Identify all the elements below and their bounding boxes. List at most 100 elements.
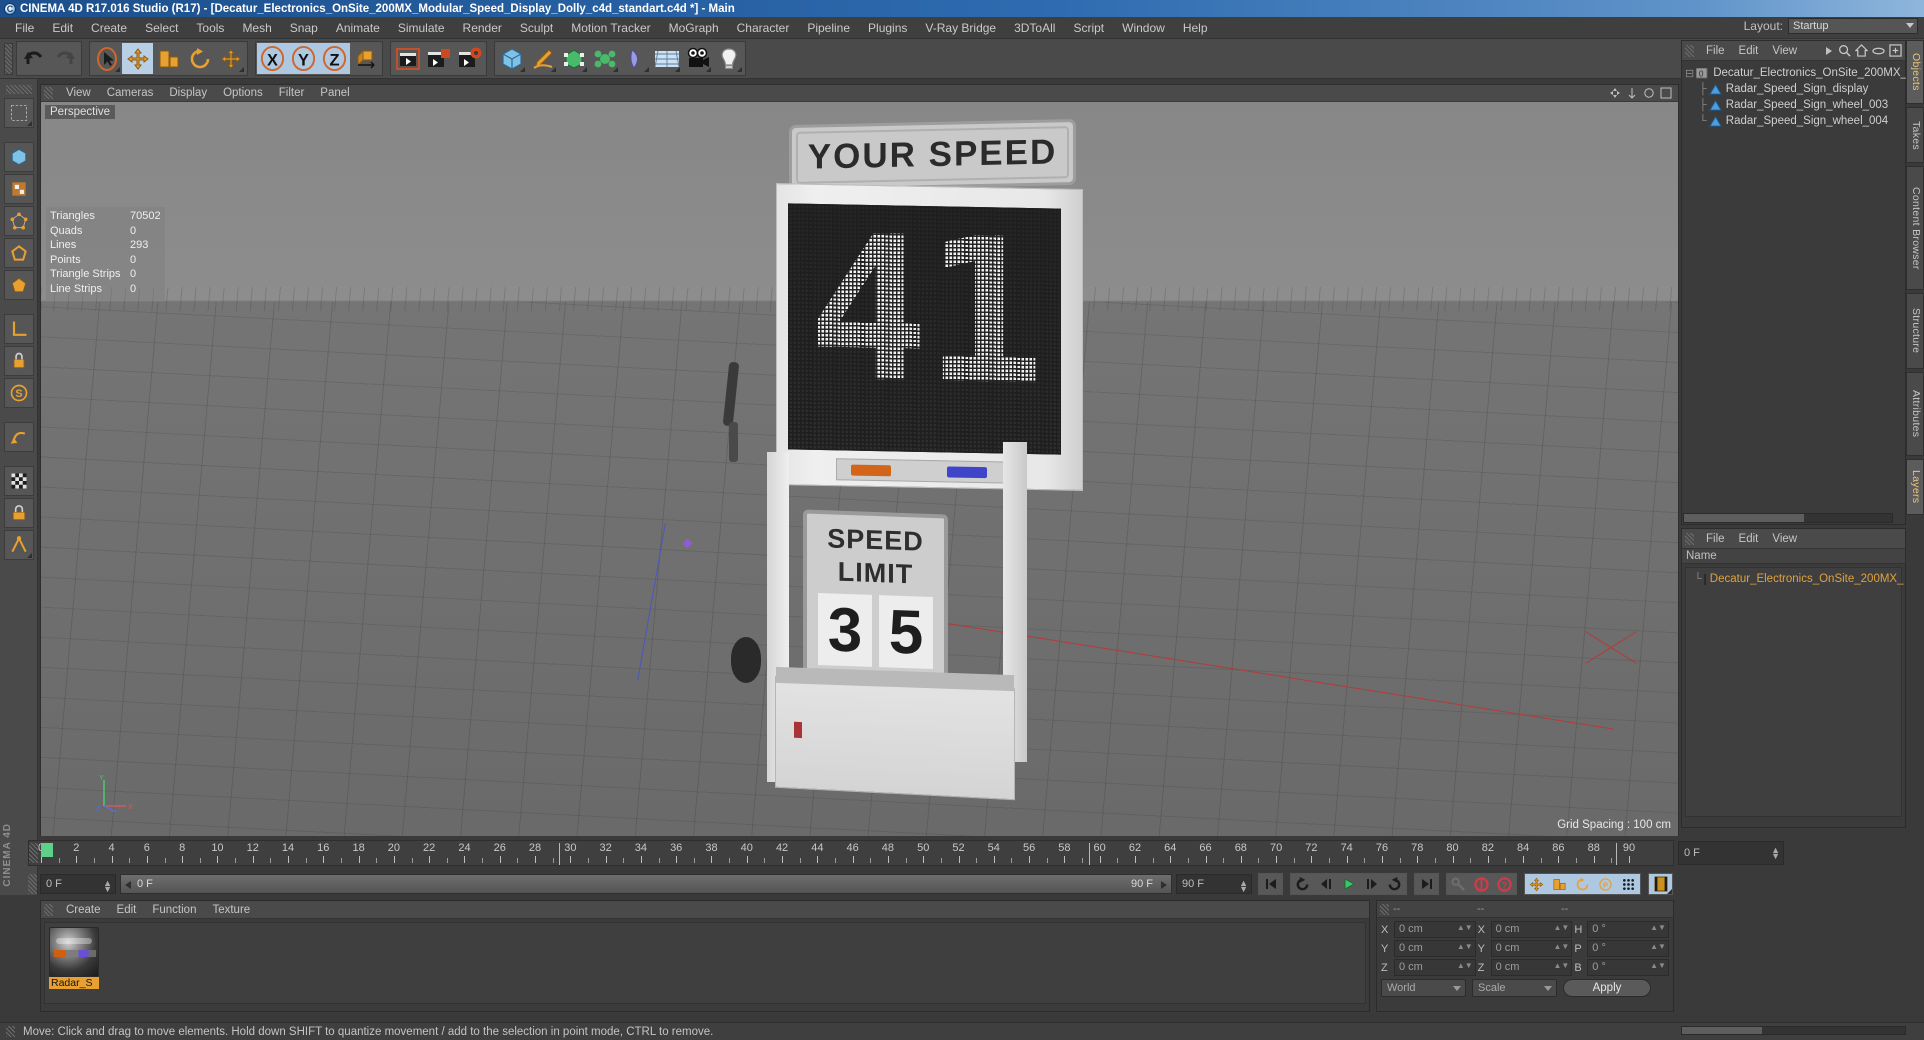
time-range-slider[interactable]: 0 F 90 F bbox=[120, 874, 1172, 894]
rotation-h-field[interactable]: 0 ° ▲▼ bbox=[1587, 921, 1669, 938]
viewport-canvas[interactable]: Perspective Triangles 70502 Quads 0 Line… bbox=[41, 102, 1678, 836]
record-active-objects-button[interactable] bbox=[1470, 874, 1493, 894]
spinner-icon[interactable]: ▲▼ bbox=[1457, 962, 1473, 970]
layer-manager-menu-edit[interactable]: Edit bbox=[1732, 533, 1766, 545]
rotate-tool-button[interactable] bbox=[184, 43, 215, 74]
menu-item-help[interactable]: Help bbox=[1174, 19, 1217, 37]
viewport-menu-options[interactable]: Options bbox=[215, 87, 271, 99]
spinner-icon[interactable]: ▲▼ bbox=[1553, 962, 1569, 970]
zoom-view-icon[interactable] bbox=[1626, 87, 1638, 99]
step-forward-button[interactable] bbox=[1360, 874, 1383, 894]
timeline-end-frame-field[interactable]: 0 F ▲ ▼ bbox=[1678, 841, 1784, 865]
edges-mode-button[interactable] bbox=[3, 238, 34, 268]
menu-item-3dtoall[interactable]: 3DToAll bbox=[1005, 19, 1064, 37]
go-to-end-button[interactable] bbox=[1415, 874, 1438, 894]
menu-item-create[interactable]: Create bbox=[82, 19, 136, 37]
light-button[interactable] bbox=[713, 43, 744, 74]
left-toolbar-grip[interactable] bbox=[5, 85, 32, 94]
menu-item-pipeline[interactable]: Pipeline bbox=[798, 19, 859, 37]
rotation-b-field[interactable]: 0 ° ▲▼ bbox=[1587, 959, 1669, 976]
layer-list-item[interactable]: └ Decatur_Electronics_OnSite_200MX_ bbox=[1686, 571, 1903, 587]
rotation-p-field[interactable]: 0 ° ▲▼ bbox=[1587, 940, 1669, 957]
object-tree-item-wheel-003[interactable]: ├ Radar_Speed_Sign_wheel_003 bbox=[1685, 97, 1905, 113]
world-object-coordinates-button[interactable] bbox=[350, 43, 381, 74]
axis-mode-button[interactable] bbox=[3, 314, 34, 344]
viewport-grip[interactable] bbox=[44, 87, 53, 99]
object-manager-menu-edit[interactable]: Edit bbox=[1732, 45, 1766, 57]
lock-workplane-button[interactable] bbox=[3, 498, 34, 528]
spinner-icon[interactable]: ▲▼ bbox=[1650, 962, 1666, 970]
spinner-icon[interactable]: ▲▼ bbox=[1553, 924, 1569, 932]
timeline-current-frame-marker[interactable] bbox=[41, 843, 53, 857]
size-x-field[interactable]: 0 cm ▲▼ bbox=[1490, 921, 1573, 938]
rotation-key-button[interactable] bbox=[1571, 874, 1594, 894]
menu-item-motion-tracker[interactable]: Motion Tracker bbox=[562, 19, 659, 37]
object-manager-menu-file[interactable]: File bbox=[1699, 45, 1732, 57]
menu-item-character[interactable]: Character bbox=[728, 19, 799, 37]
tab-takes[interactable]: Takes bbox=[1906, 107, 1924, 163]
viewport-solo-button[interactable] bbox=[3, 422, 34, 452]
spinner-icon[interactable]: ▲▼ bbox=[103, 879, 112, 894]
coordinates-grip[interactable] bbox=[1380, 903, 1389, 915]
menu-item-plugins[interactable]: Plugins bbox=[859, 19, 916, 37]
viewport-menu-panel[interactable]: Panel bbox=[312, 87, 357, 99]
current-frame-field[interactable]: 0 F ▲ ▼ bbox=[40, 874, 116, 894]
step-back-button[interactable] bbox=[1314, 874, 1337, 894]
menu-item-tools[interactable]: Tools bbox=[187, 19, 233, 37]
animation-toolbar-grip[interactable] bbox=[28, 874, 37, 894]
live-selection-button[interactable] bbox=[3, 98, 34, 128]
ellipse-icon[interactable] bbox=[1872, 46, 1885, 56]
menu-item-render[interactable]: Render bbox=[454, 19, 511, 37]
object-manager-tree[interactable]: ⊟ 0 Decatur_Electronics_OnSite_200MX_ ├ … bbox=[1682, 61, 1907, 129]
polygons-mode-button[interactable] bbox=[3, 270, 34, 300]
render-settings-button[interactable] bbox=[454, 43, 485, 74]
menu-item-file[interactable]: File bbox=[6, 19, 43, 37]
menu-item-snap[interactable]: Snap bbox=[281, 19, 327, 37]
cube-primitive-button[interactable] bbox=[496, 43, 527, 74]
autokey-button[interactable] bbox=[1447, 874, 1470, 894]
material-item[interactable]: Radar_S bbox=[49, 927, 99, 989]
object-tree-item-wheel-004[interactable]: └ Radar_Speed_Sign_wheel_004 bbox=[1685, 113, 1905, 129]
model-mode-button[interactable] bbox=[3, 142, 34, 172]
object-manager-menu-view[interactable]: View bbox=[1765, 45, 1804, 57]
search-icon[interactable] bbox=[1838, 44, 1851, 57]
tab-attributes[interactable]: Attributes bbox=[1906, 372, 1924, 456]
floor-environment-button[interactable] bbox=[651, 43, 682, 74]
snap-button[interactable] bbox=[3, 530, 34, 560]
menu-item-animate[interactable]: Animate bbox=[327, 19, 389, 37]
timeline-grip[interactable] bbox=[29, 843, 38, 863]
apply-button[interactable]: Apply bbox=[1563, 979, 1651, 997]
array-deformer-button[interactable] bbox=[589, 43, 620, 74]
position-x-field[interactable]: 0 cm ▲▼ bbox=[1393, 921, 1476, 938]
scrollbar-thumb[interactable] bbox=[1682, 1027, 1762, 1034]
add-layer-icon[interactable] bbox=[1889, 44, 1902, 57]
material-manager-grip[interactable] bbox=[44, 903, 53, 916]
layer-manager-menu-view[interactable]: View bbox=[1765, 533, 1804, 545]
radar-speed-sign-model[interactable]: YOUR SPEED 41 SPEED LIMIT bbox=[722, 118, 1083, 822]
point-level-animation-button[interactable] bbox=[1617, 874, 1640, 894]
scrollbar-thumb[interactable] bbox=[1684, 514, 1804, 522]
texture-mode-button[interactable] bbox=[3, 174, 34, 204]
layer-manager-grip[interactable] bbox=[1685, 532, 1694, 545]
enable-axis-button[interactable] bbox=[3, 346, 34, 376]
go-to-start-button[interactable] bbox=[1259, 874, 1282, 894]
tab-objects[interactable]: Objects bbox=[1906, 40, 1924, 104]
preview-end-field[interactable]: 90 F ▲ ▼ bbox=[1176, 874, 1252, 894]
points-mode-button[interactable] bbox=[3, 206, 34, 236]
position-key-button[interactable] bbox=[1525, 874, 1548, 894]
move-axis-button[interactable] bbox=[215, 43, 246, 74]
redo-button[interactable] bbox=[49, 43, 80, 74]
object-manager-grip[interactable] bbox=[1685, 44, 1694, 57]
bend-deformer-button[interactable] bbox=[620, 43, 651, 74]
position-z-field[interactable]: 0 cm ▲▼ bbox=[1393, 959, 1476, 976]
home-icon[interactable] bbox=[1855, 44, 1868, 57]
size-mode-dropdown[interactable]: Scale bbox=[1472, 979, 1557, 997]
timeline-track[interactable]: 0246810121416182022242628303234363840424… bbox=[38, 841, 1673, 867]
scale-tool-button[interactable] bbox=[153, 43, 184, 74]
undo-button[interactable] bbox=[18, 43, 49, 74]
parameter-key-button[interactable]: P bbox=[1594, 874, 1617, 894]
material-menu-create[interactable]: Create bbox=[58, 904, 109, 916]
menu-item-edit[interactable]: Edit bbox=[43, 19, 82, 37]
viewport-menu-display[interactable]: Display bbox=[161, 87, 215, 99]
workplane-button[interactable] bbox=[3, 466, 34, 496]
